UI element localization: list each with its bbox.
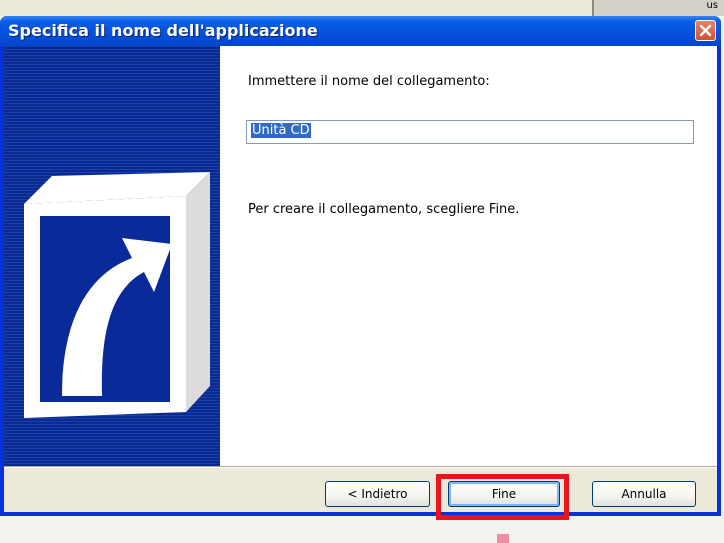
back-button[interactable]: < Indietro — [325, 481, 430, 507]
shortcut-arrow-icon — [24, 172, 210, 418]
cancel-button[interactable]: Annulla — [592, 481, 696, 507]
dialog-client-area: Immettere il nome del collegamento: Unit… — [4, 46, 717, 512]
wizard-banner — [4, 46, 220, 466]
name-prompt-label: Immettere il nome del collegamento: — [248, 74, 490, 89]
background-text: us — [706, 0, 718, 11]
finish-highlight-box — [436, 474, 569, 520]
wizard-content: Immettere il nome del collegamento: Unit… — [220, 46, 717, 466]
background-window-fragment: us — [592, 0, 724, 16]
finish-instructions: Per creare il collegamento, scegliere Fi… — [248, 202, 520, 217]
close-button[interactable] — [695, 20, 716, 41]
close-icon — [699, 24, 712, 37]
shortcut-name-value: Unità CD — [251, 123, 311, 138]
pointer-arrow-stem — [497, 534, 509, 543]
shortcut-name-input[interactable]: Unità CD — [246, 120, 694, 144]
wizard-dialog: Specifica il nome dell'applicazione Imme… — [0, 16, 721, 516]
window-title: Specifica il nome dell'applicazione — [8, 21, 318, 40]
title-bar[interactable]: Specifica il nome dell'applicazione — [0, 16, 721, 46]
desktop-background — [0, 516, 724, 543]
button-separator — [4, 466, 717, 468]
